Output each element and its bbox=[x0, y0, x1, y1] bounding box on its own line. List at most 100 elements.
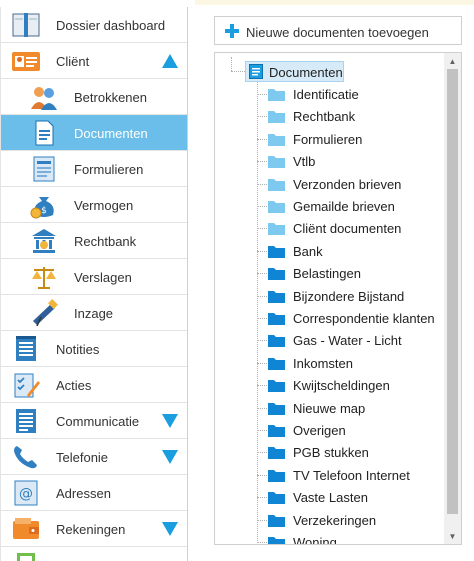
sidebar-item-vermogen[interactable]: $ Vermogen bbox=[1, 187, 187, 223]
sidebar-item-inzage[interactable]: Inzage bbox=[1, 295, 187, 331]
sidebar-item-label: Documenten bbox=[74, 126, 148, 141]
tree-folder-item[interactable]: Identificatie bbox=[257, 84, 447, 104]
wallet-icon bbox=[11, 515, 41, 543]
form-icon bbox=[29, 155, 59, 183]
sidebar-item-rechtbank[interactable]: Rechtbank bbox=[1, 223, 187, 259]
sidebar-item-acties[interactable]: Acties bbox=[1, 367, 187, 403]
tree-folder-item[interactable]: Gemailde brieven bbox=[257, 196, 447, 216]
tree-folder-label: Bijzondere Bijstand bbox=[293, 288, 405, 304]
tree-folder-item[interactable]: Verzekeringen bbox=[257, 510, 447, 530]
document-icon bbox=[29, 119, 59, 147]
tree-folder-label: Verzekeringen bbox=[293, 512, 377, 528]
tree-folder-item[interactable]: Woning bbox=[257, 532, 447, 545]
tree-folder-item[interactable]: Bank bbox=[257, 241, 447, 261]
tree-folder-label: Rechtbank bbox=[293, 109, 356, 125]
sidebar-item-client[interactable]: Cliënt bbox=[1, 43, 187, 79]
tree-folder-label: Gemailde brieven bbox=[293, 199, 395, 214]
courthouse-icon bbox=[29, 227, 59, 255]
folder-icon bbox=[268, 289, 285, 303]
folder-icon bbox=[268, 177, 285, 191]
tree-connector bbox=[257, 183, 267, 185]
add-documents-label: Nieuwe documenten toevoegen bbox=[246, 25, 429, 40]
tree-connector bbox=[257, 385, 267, 387]
document-tree: Documenten Identificatie Rechtbank Formuli… bbox=[214, 52, 462, 545]
folder-icon bbox=[268, 535, 285, 544]
sidebar-item-label: Betrokkenen bbox=[74, 90, 147, 105]
tree-folder-item[interactable]: Nieuwe map bbox=[257, 398, 447, 418]
scroll-up-arrow-icon[interactable]: ▲ bbox=[444, 54, 461, 68]
notepad-icon bbox=[11, 335, 41, 363]
tree-folder-label: Bank bbox=[293, 243, 323, 259]
tree-folder-label: Inkomsten bbox=[293, 355, 353, 371]
tree-folder-item[interactable]: PGB stukken bbox=[257, 442, 447, 462]
folder-icon bbox=[268, 490, 285, 505]
sidebar-item-label: Rechtbank bbox=[74, 234, 137, 249]
sidebar-item-adressen[interactable]: @ Adressen bbox=[1, 475, 187, 511]
sidebar-item-notities[interactable]: Notities bbox=[1, 331, 187, 367]
document-lines-icon bbox=[11, 407, 41, 435]
tree-connector bbox=[257, 430, 267, 431]
sidebar-item-label: Adressen bbox=[56, 486, 111, 501]
tree-folder-item[interactable]: Formulieren bbox=[257, 129, 447, 149]
add-documents-button[interactable]: Nieuwe documenten toevoegen bbox=[214, 16, 462, 45]
sidebar-item-rekeningen[interactable]: Rekeningen bbox=[1, 511, 187, 547]
tree-folder-item[interactable]: Verzonden brieven bbox=[257, 174, 447, 194]
folder-icon bbox=[268, 378, 285, 393]
tree-folder-item[interactable]: Cliënt documenten bbox=[257, 218, 447, 238]
tree-folder-item[interactable]: Overigen bbox=[257, 420, 447, 440]
tree-folder-item[interactable]: Correspondentie klanten bbox=[257, 308, 447, 328]
tree-folder-item[interactable]: Kwijtscheldingen bbox=[257, 375, 447, 395]
tree-connector bbox=[257, 116, 267, 118]
folder-icon bbox=[268, 154, 285, 169]
people-icon bbox=[29, 83, 59, 111]
tree-folder-item[interactable]: TV Telefoon Internet bbox=[257, 465, 447, 485]
sidebar-item-telefonie[interactable]: Telefonie bbox=[1, 439, 187, 475]
tree-scrollbar[interactable]: ▲ ▼ bbox=[444, 53, 461, 544]
phone-icon bbox=[11, 443, 41, 471]
sidebar-item-label: Inzage bbox=[74, 306, 114, 321]
sidebar-item-documenten[interactable]: Documenten bbox=[1, 115, 187, 151]
sidebar-item-betrokkenen[interactable]: Betrokkenen bbox=[1, 79, 187, 115]
sidebar-item-verslagen[interactable]: Verslagen bbox=[1, 259, 187, 295]
svg-text:$: $ bbox=[41, 206, 47, 216]
tree-connector bbox=[257, 407, 267, 409]
tree-folder-item[interactable]: Vaste Lasten bbox=[257, 487, 447, 507]
triangle-down-icon[interactable] bbox=[162, 414, 178, 428]
tree-connector bbox=[257, 228, 267, 230]
tree-folder-label: TV Telefoon Internet bbox=[293, 467, 410, 483]
tree-root-documenten[interactable]: Documenten bbox=[245, 61, 344, 82]
tree-connector bbox=[257, 542, 267, 543]
scrollbar-thumb[interactable] bbox=[447, 69, 458, 514]
folder-icon bbox=[268, 266, 285, 281]
sidebar-item-formulieren[interactable]: Formulieren bbox=[1, 151, 187, 187]
tree-connector bbox=[231, 71, 245, 72]
tree-folder-item[interactable]: Rechtbank bbox=[257, 106, 447, 126]
folder-icon bbox=[268, 401, 285, 415]
tree-connector bbox=[257, 206, 267, 207]
sidebar-item-dossier-dashboard[interactable]: Dossier dashboard bbox=[1, 7, 187, 43]
folder-icon bbox=[268, 423, 285, 437]
tree-connector bbox=[257, 161, 267, 163]
tree-folder-label: Gas - Water - Licht bbox=[293, 333, 402, 349]
sidebar-item-communicatie[interactable]: Communicatie bbox=[1, 403, 187, 439]
tree-folder-item[interactable]: Gas - Water - Licht bbox=[257, 330, 447, 350]
scroll-down-arrow-icon[interactable]: ▼ bbox=[444, 529, 461, 543]
tree-folder-item[interactable]: Belastingen bbox=[257, 263, 447, 283]
triangle-down-icon[interactable] bbox=[162, 522, 178, 536]
calculator-icon bbox=[11, 551, 41, 561]
sidebar-item-partial[interactable] bbox=[1, 547, 187, 561]
folder-icon bbox=[268, 468, 285, 482]
sidebar-item-label: Notities bbox=[56, 342, 100, 357]
tree-connector bbox=[257, 273, 267, 275]
tree-connector bbox=[257, 474, 267, 476]
folder-icon bbox=[268, 244, 285, 258]
triangle-down-icon[interactable] bbox=[162, 450, 178, 464]
tree-folder-label: Woning bbox=[293, 535, 337, 545]
tree-folder-label: Formulieren bbox=[293, 131, 363, 147]
tree-folder-item[interactable]: Vtlb bbox=[257, 151, 447, 171]
tree-connector bbox=[257, 295, 267, 297]
tree-folder-item[interactable]: Bijzondere Bijstand bbox=[257, 286, 447, 306]
triangle-up-icon[interactable] bbox=[162, 54, 178, 68]
tree-root-label: Documenten bbox=[269, 65, 343, 80]
tree-folder-item[interactable]: Inkomsten bbox=[257, 353, 447, 373]
